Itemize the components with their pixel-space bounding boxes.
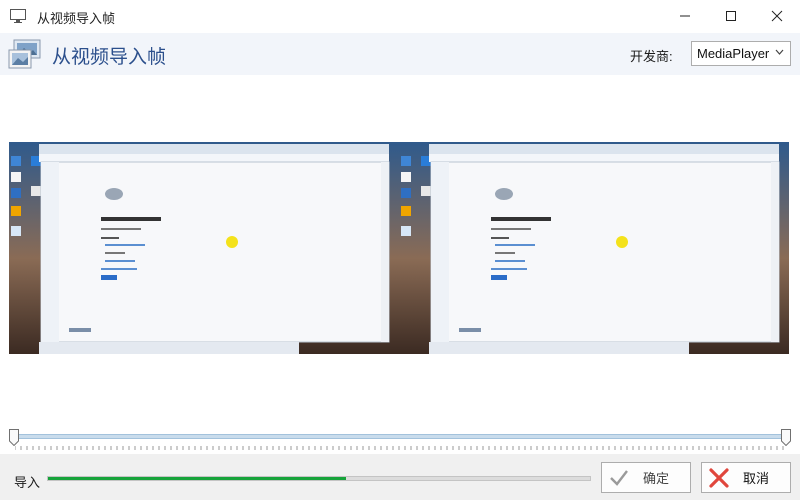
range-start-handle[interactable] xyxy=(9,429,19,446)
ok-button-label: 确定 xyxy=(642,471,669,486)
header-band: 从视频导入帧 开发商: MediaPlayer xyxy=(0,33,800,75)
red-x-icon xyxy=(709,467,729,488)
vendor-select[interactable]: MediaPlayer xyxy=(691,41,791,66)
slider-ticks xyxy=(15,446,784,450)
vendor-label: 开发商: xyxy=(630,49,673,64)
import-progress-fill xyxy=(48,477,347,480)
import-progress-bar xyxy=(47,476,591,481)
page-title: 从视频导入帧 xyxy=(52,47,167,68)
checkmark-icon xyxy=(610,469,628,486)
cancel-button[interactable]: 取消 xyxy=(701,462,791,493)
cancel-button-label: 取消 xyxy=(742,471,769,486)
monitor-icon xyxy=(10,9,26,23)
film-frames-icon xyxy=(8,39,41,69)
maximize-icon xyxy=(726,11,736,21)
minimize-button[interactable] xyxy=(662,0,708,32)
maximize-button[interactable] xyxy=(708,0,754,32)
range-end-handle[interactable] xyxy=(781,429,791,446)
close-button[interactable] xyxy=(754,0,800,32)
video-frame-2[interactable] xyxy=(399,142,789,354)
minimize-icon xyxy=(680,15,690,17)
close-icon xyxy=(771,10,783,22)
vendor-select-value: MediaPlayer xyxy=(697,46,770,61)
ok-button[interactable]: 确定 xyxy=(601,462,691,493)
chevron-down-icon xyxy=(775,49,784,55)
frame-range-slider[interactable] xyxy=(13,434,787,439)
window-title: 从视频导入帧 xyxy=(37,11,116,26)
bottom-bar: 导入 确定 取消 xyxy=(0,454,800,500)
frame-1-screenshot xyxy=(9,142,399,354)
title-bar: 从视频导入帧 xyxy=(0,0,800,32)
video-frame-1[interactable] xyxy=(9,142,399,354)
import-label: 导入 xyxy=(14,475,41,490)
frame-2-screenshot xyxy=(399,142,789,354)
